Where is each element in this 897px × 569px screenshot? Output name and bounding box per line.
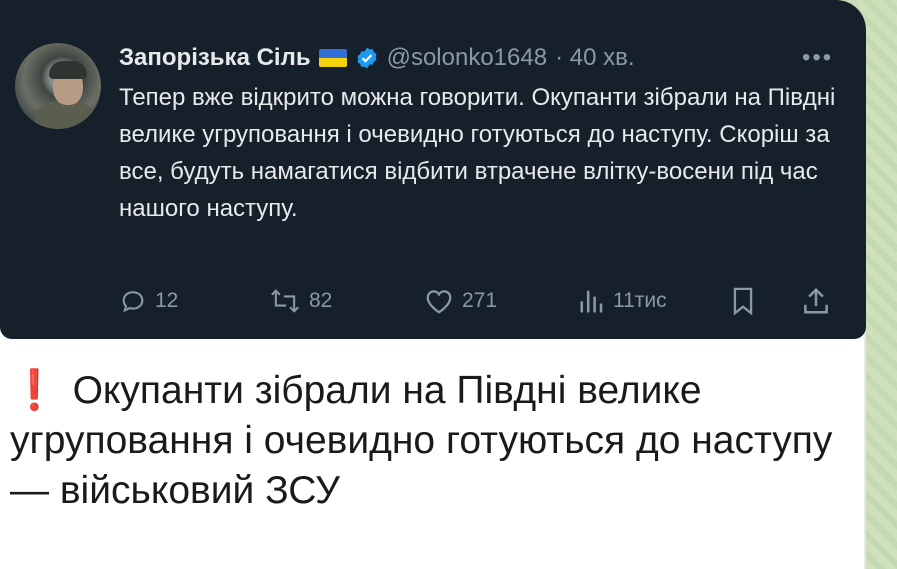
- like-button[interactable]: 271: [424, 281, 497, 321]
- tweet-text: Тепер вже відкрито можна говорити. Окупа…: [119, 84, 836, 222]
- author-handle[interactable]: @solonko1648: [387, 44, 547, 72]
- bookmark-button[interactable]: [729, 281, 757, 321]
- repost-count: 82: [309, 289, 333, 312]
- share-button[interactable]: [801, 281, 831, 321]
- verified-icon: [355, 46, 379, 70]
- tweet-time[interactable]: · 40 хв.: [555, 44, 634, 72]
- exclamation-emoji-icon: ❗: [10, 369, 59, 412]
- channel-message: Запорізька Сіль @solonko1648 · 40 хв. ••…: [0, 0, 866, 569]
- avatar-helmet: [49, 61, 87, 79]
- message-caption: ❗ Окупанти зібрали на Півдні велике угруп…: [10, 366, 850, 516]
- bookmark-icon: [729, 286, 757, 316]
- embedded-tweet[interactable]: Запорізька Сіль @solonko1648 · 40 хв. ••…: [0, 0, 866, 339]
- avatar-body: [35, 101, 95, 129]
- share-icon: [801, 286, 831, 316]
- tweet-header: Запорізька Сіль @solonko1648 · 40 хв.: [119, 42, 635, 74]
- views-count: 11тис: [613, 289, 667, 312]
- more-options-icon[interactable]: •••: [802, 44, 833, 72]
- repost-icon: [269, 287, 301, 315]
- like-icon: [424, 287, 454, 315]
- caption-text: Окупанти зібрали на Півдні велике угрупо…: [10, 369, 833, 512]
- like-count: 271: [462, 289, 498, 312]
- author-name[interactable]: Запорізька Сіль: [119, 44, 311, 72]
- reply-icon: [119, 287, 147, 315]
- repost-button[interactable]: 82: [269, 281, 332, 321]
- views-icon: [577, 287, 605, 315]
- tweet-actions: 12 82 271 11тис: [119, 281, 839, 321]
- views-button[interactable]: 11тис: [577, 281, 667, 321]
- reply-count: 12: [155, 289, 179, 312]
- ukraine-flag-icon: [318, 49, 347, 67]
- author-avatar[interactable]: [15, 43, 101, 129]
- reply-button[interactable]: 12: [119, 281, 178, 321]
